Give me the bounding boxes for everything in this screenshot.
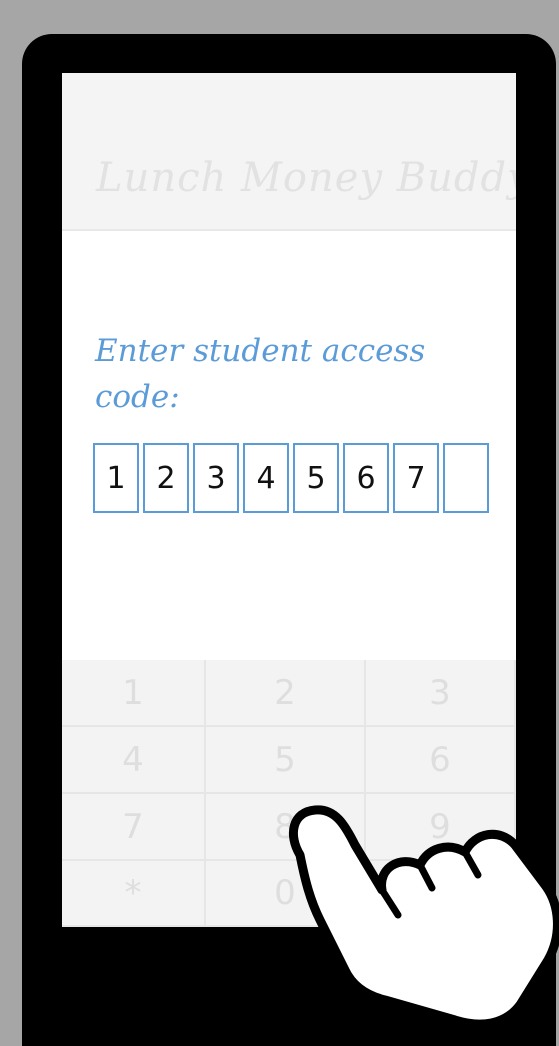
- hand-pointer-icon: [288, 805, 559, 1029]
